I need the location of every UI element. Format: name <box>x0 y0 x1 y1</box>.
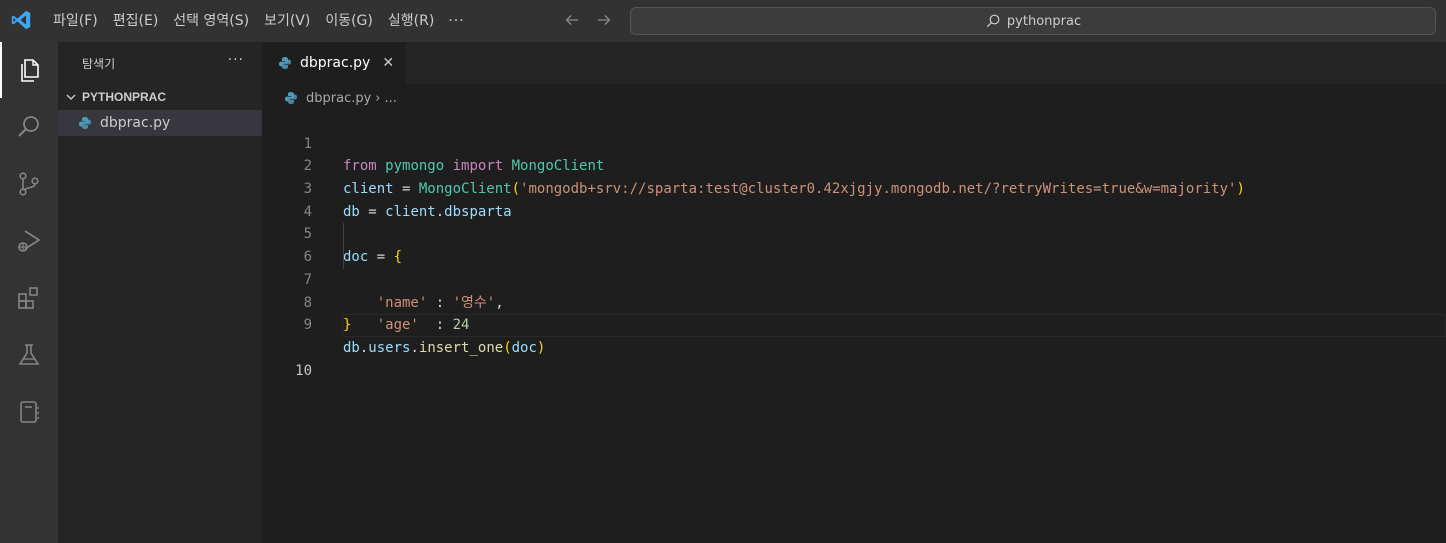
code-line: 9 db.users.insert_one(doc) <box>262 292 1446 356</box>
editor-area: dbprac.py ✕ dbprac.py › ... 1 from pymon… <box>262 42 1446 543</box>
search-icon <box>986 14 1000 28</box>
explorer-sidebar: 탐색기 ··· PYTHONPRAC dbprac.py <box>58 42 262 543</box>
code-line: 2 client = MongoClient('mongodb+srv://sp… <box>262 133 1446 197</box>
navigation-arrows <box>560 8 616 32</box>
python-file-icon <box>279 57 291 69</box>
title-bar: 파일(F) 편집(E) 선택 영역(S) 보기(V) 이동(G) 실행(R) ·… <box>0 0 1446 42</box>
extensions-icon[interactable] <box>0 270 58 326</box>
folder-name: PYTHONPRAC <box>82 90 167 104</box>
search-text: pythonprac <box>1006 13 1082 29</box>
vscode-logo-icon[interactable] <box>10 9 32 31</box>
run-debug-icon[interactable] <box>0 213 58 269</box>
folder-pythonprac[interactable]: PYTHONPRAC <box>58 86 262 108</box>
back-arrow-icon[interactable] <box>560 8 584 32</box>
sidebar-title: 탐색기 <box>82 57 116 71</box>
line-number: 10 <box>295 362 312 379</box>
editor-tabs: dbprac.py ✕ <box>262 42 1446 84</box>
current-line-highlight <box>342 314 1446 337</box>
indent-guide <box>343 246 344 269</box>
code-line-current: 10 <box>262 314 1446 379</box>
explorer-icon[interactable] <box>0 42 58 98</box>
chevron-right-icon: › <box>375 90 381 106</box>
code-line: 7 'age' : 24 <box>262 246 1446 333</box>
tab-label: dbprac.py <box>300 55 371 71</box>
menu-edit[interactable]: 편집(E) <box>108 0 164 42</box>
code-line: 4 <box>262 178 1446 220</box>
forward-arrow-icon[interactable] <box>592 8 616 32</box>
indent-guide <box>343 223 344 247</box>
sidebar-more-icon[interactable]: ··· <box>228 52 244 68</box>
menu-bar: 파일(F) 편집(E) 선택 영역(S) 보기(V) 이동(G) 실행(R) ·… <box>48 0 465 42</box>
python-file-icon <box>285 92 297 104</box>
code-line: 1 from pymongo import MongoClient <box>262 110 1446 175</box>
menu-selection[interactable]: 선택 영역(S) <box>168 0 254 42</box>
activity-bar <box>0 42 58 543</box>
notebook-icon[interactable] <box>0 384 58 440</box>
tab-dbprac[interactable]: dbprac.py ✕ <box>262 42 406 84</box>
command-center-search[interactable]: pythonprac <box>630 7 1436 35</box>
testing-icon[interactable] <box>0 327 58 383</box>
menu-view[interactable]: 보기(V) <box>259 0 315 42</box>
source-control-icon[interactable] <box>0 156 58 212</box>
file-name: dbprac.py <box>100 115 171 131</box>
menu-run[interactable]: 실행(R) <box>383 0 439 42</box>
close-icon[interactable]: ✕ <box>382 55 394 71</box>
file-item-dbprac[interactable]: dbprac.py <box>58 110 262 136</box>
code-line: 8 } <box>262 269 1446 334</box>
python-file-icon <box>79 117 91 129</box>
code-line: 3 db = client.dbsparta <box>262 155 1446 220</box>
sidebar-header: 탐색기 ··· <box>58 42 262 84</box>
line-code: db.users.insert_one(doc) <box>343 339 546 356</box>
breadcrumb-file[interactable]: dbprac.py <box>306 91 371 106</box>
menu-go[interactable]: 이동(G) <box>320 0 378 42</box>
menu-file[interactable]: 파일(F) <box>48 0 103 42</box>
chevron-down-icon <box>66 94 76 100</box>
breadcrumb-more[interactable]: ... <box>385 91 397 106</box>
code-line: 5 doc = { <box>262 201 1446 265</box>
search-icon[interactable] <box>0 99 58 155</box>
breadcrumb: dbprac.py › ... <box>284 88 397 108</box>
menu-more-icon[interactable]: ··· <box>448 13 464 29</box>
code-editor[interactable]: 1 from pymongo import MongoClient 2 clie… <box>262 110 1446 379</box>
code-line: 6 'name' : '영수', <box>262 223 1446 311</box>
